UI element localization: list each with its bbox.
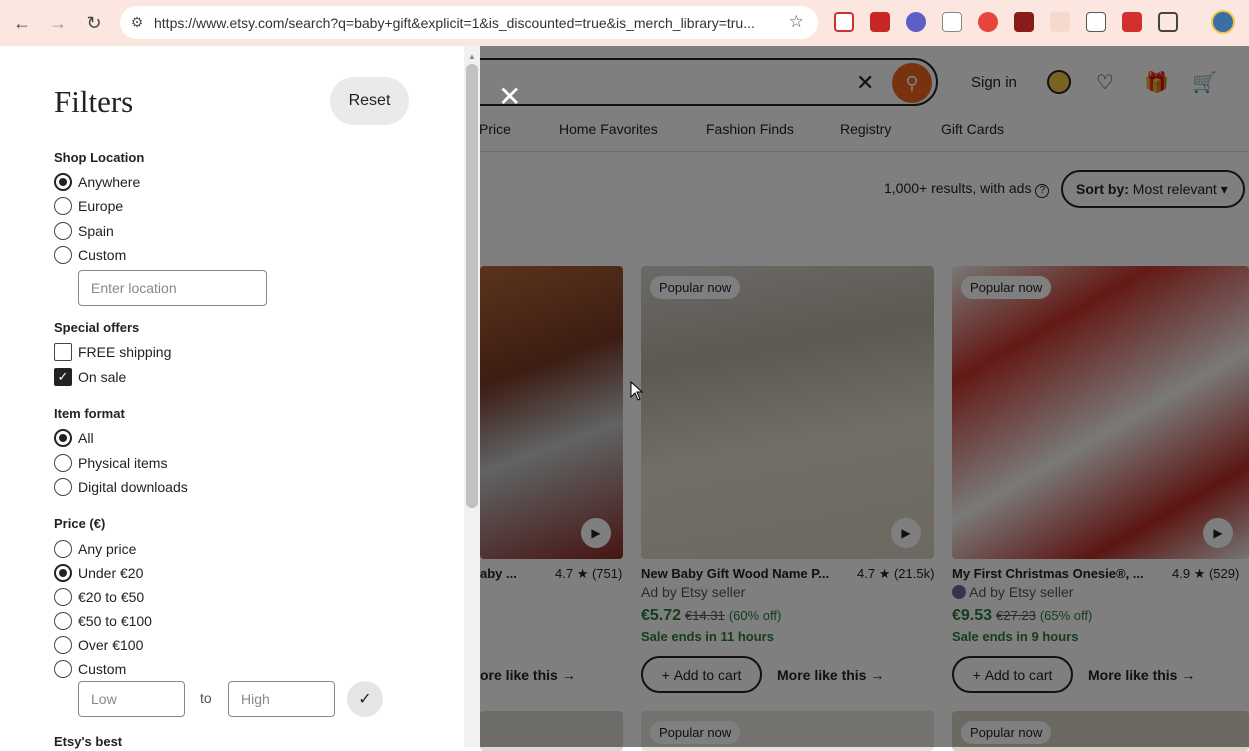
extension-icon[interactable] — [942, 12, 962, 32]
checkbox[interactable] — [54, 343, 72, 361]
option-label: Physical items — [78, 455, 168, 471]
price-heading: Price (€) — [54, 516, 106, 531]
radio-button[interactable] — [54, 429, 72, 447]
forward-icon[interactable]: → — [40, 5, 76, 41]
option-label: Under €20 — [78, 565, 144, 581]
radio-digital-downloads[interactable]: Digital downloads — [54, 477, 188, 497]
option-label: Custom — [78, 661, 127, 677]
url-text[interactable]: https://www.etsy.com/search?q=baby+gift&… — [154, 15, 774, 31]
checkmark-icon: ✓ — [358, 691, 372, 708]
extension-icon[interactable] — [1122, 12, 1142, 32]
extension-icon[interactable] — [834, 12, 854, 32]
option-label: Custom — [78, 247, 127, 263]
address-bar[interactable]: ⚙ https://www.etsy.com/search?q=baby+gif… — [120, 6, 818, 39]
extension-icon[interactable] — [1050, 12, 1070, 32]
extension-icon[interactable] — [1086, 12, 1106, 32]
price-to-label: to — [200, 690, 212, 706]
radio-button[interactable] — [54, 478, 72, 496]
filters-title: Filters — [54, 84, 134, 119]
extension-icon[interactable] — [1014, 12, 1034, 32]
radio-button[interactable] — [54, 564, 72, 582]
mouse-cursor-icon — [630, 381, 644, 401]
option-label: On sale — [78, 369, 127, 385]
option-label: Anywhere — [78, 174, 141, 190]
option-label: Digital downloads — [78, 479, 188, 495]
option-label: Europe — [78, 198, 124, 214]
radio-custom-price[interactable]: Custom — [54, 659, 126, 679]
filters-scrollbar[interactable]: ▲ — [464, 46, 480, 747]
radio-spain[interactable]: Spain — [54, 221, 114, 241]
extension-icon[interactable] — [906, 12, 926, 32]
back-icon[interactable]: ← — [4, 5, 40, 41]
apply-price-button[interactable]: ✓ — [347, 681, 383, 717]
price-low-input[interactable]: Low — [78, 681, 185, 717]
radio-button[interactable] — [54, 636, 72, 654]
option-label: FREE shipping — [78, 344, 172, 360]
checkbox-on-sale[interactable]: ✓ On sale — [54, 367, 126, 387]
radio-button[interactable] — [54, 173, 72, 191]
radio-button[interactable] — [54, 660, 72, 678]
special-offers-heading: Special offers — [54, 320, 140, 335]
radio-button[interactable] — [54, 588, 72, 606]
option-label: Any price — [78, 541, 137, 557]
option-label: €20 to €50 — [78, 589, 145, 605]
option-label: Over €100 — [78, 637, 144, 653]
radio-custom-location[interactable]: Custom — [54, 245, 126, 265]
site-info-icon[interactable]: ⚙ — [120, 14, 154, 31]
radio-20-to-50[interactable]: €20 to €50 — [54, 587, 144, 607]
puzzle-icon[interactable] — [1158, 12, 1178, 32]
browser-toolbar: ← → ↻ ⚙ https://www.etsy.com/search?q=ba… — [0, 0, 1249, 46]
radio-button[interactable] — [54, 246, 72, 264]
radio-button[interactable] — [54, 197, 72, 215]
checkmark-icon[interactable]: ✓ — [54, 368, 72, 386]
option-label: Spain — [78, 223, 114, 239]
extension-icon[interactable] — [870, 12, 890, 32]
radio-50-to-100[interactable]: €50 to €100 — [54, 611, 152, 631]
extension-icon[interactable] — [978, 12, 998, 32]
shop-location-heading: Shop Location — [54, 150, 145, 165]
location-input[interactable]: Enter location — [78, 270, 267, 306]
reload-icon[interactable]: ↻ — [76, 5, 112, 41]
radio-any-price[interactable]: Any price — [54, 539, 136, 559]
radio-button[interactable] — [54, 540, 72, 558]
radio-button[interactable] — [54, 454, 72, 472]
radio-anywhere[interactable]: Anywhere — [54, 172, 140, 192]
checkbox-free-shipping[interactable]: FREE shipping — [54, 342, 171, 362]
profile-avatar[interactable] — [1211, 10, 1235, 34]
radio-all[interactable]: All — [54, 428, 94, 448]
radio-over-100[interactable]: Over €100 — [54, 635, 143, 655]
option-label: €50 to €100 — [78, 613, 152, 629]
radio-button[interactable] — [54, 612, 72, 630]
scrollbar-thumb[interactable] — [466, 64, 478, 508]
scroll-up-icon[interactable]: ▲ — [468, 52, 476, 61]
bookmark-star-icon[interactable]: ☆ — [789, 12, 804, 32]
close-filters-icon[interactable]: ✕ — [498, 80, 521, 113]
radio-button[interactable] — [54, 222, 72, 240]
radio-physical-items[interactable]: Physical items — [54, 453, 167, 473]
item-format-heading: Item format — [54, 406, 125, 421]
radio-under-20[interactable]: Under €20 — [54, 563, 143, 583]
option-label: All — [78, 430, 94, 446]
reset-button[interactable]: Reset — [330, 77, 409, 125]
price-high-input[interactable]: High — [228, 681, 335, 717]
radio-europe[interactable]: Europe — [54, 196, 123, 216]
